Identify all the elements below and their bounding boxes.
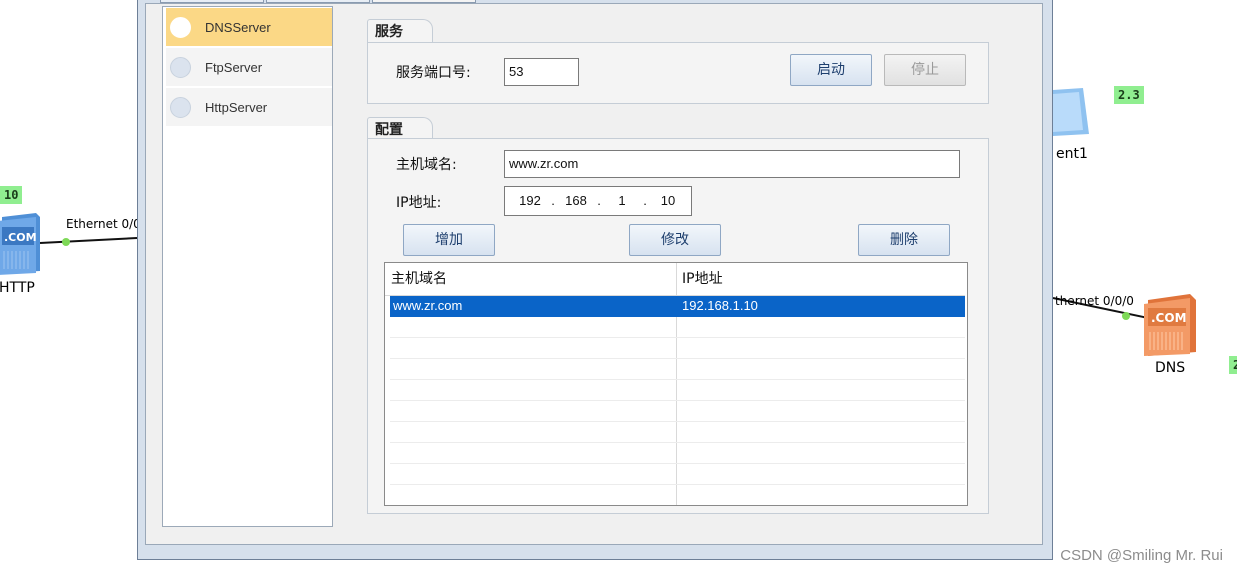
empty-table-row <box>390 422 965 443</box>
ip-separator: . <box>551 193 555 208</box>
hostname-input[interactable]: www.zr.com <box>504 150 960 178</box>
http-badge-text: .COM <box>4 231 37 244</box>
empty-table-row <box>390 380 965 401</box>
port-input[interactable]: 53 <box>504 58 579 86</box>
service-item-label: DNSServer <box>205 19 271 35</box>
dns-badge-text: .COM <box>1151 311 1187 325</box>
service-group-title: 服务 <box>367 19 433 43</box>
http-ip-badge: 10 <box>0 186 23 204</box>
server-icon: .COM <box>0 213 40 275</box>
service-status-icon <box>170 16 191 38</box>
table-row[interactable]: www.zr.com 192.168.1.10 <box>390 296 965 317</box>
ip-octet-1[interactable]: 192 <box>517 188 543 214</box>
service-status-icon <box>170 56 191 78</box>
ip-separator: . <box>643 193 647 208</box>
cell-ip: 192.168.1.10 <box>682 298 758 313</box>
table-header: 主机域名 IP地址 <box>385 263 965 296</box>
ip-octet-2[interactable]: 168 <box>563 188 589 214</box>
dns-server-icon[interactable]: .COM <box>1144 294 1198 356</box>
dns-link-dot <box>1122 312 1130 320</box>
ip-label: IP地址: <box>396 195 442 211</box>
ip-octet-4[interactable]: 10 <box>655 188 681 214</box>
server-icon: .COM <box>1144 294 1196 356</box>
http-link-dot <box>62 238 70 246</box>
service-list: DNSServer FtpServer HttpServer <box>162 6 333 527</box>
dns-ip-badge: 2 <box>1229 356 1237 374</box>
empty-table-row <box>390 317 965 338</box>
cell-hostname: www.zr.com <box>393 298 463 313</box>
ip-octet-3[interactable]: 1 <box>609 188 635 214</box>
port-label: 服务端口号: <box>396 65 471 81</box>
dialog-content-panel: DNSServer FtpServer HttpServer 服务 服务端口号:… <box>145 3 1043 545</box>
ip-address-input[interactable]: 192 . 168 . 1 . 10 <box>504 186 692 216</box>
empty-table-row <box>390 485 965 505</box>
empty-table-row <box>390 464 965 485</box>
service-item-dnsserver[interactable]: DNSServer <box>166 8 332 46</box>
delete-button[interactable]: 删除 <box>858 224 950 256</box>
empty-table-row <box>390 443 965 464</box>
ip-separator: . <box>597 193 601 208</box>
pc-icon <box>1053 88 1089 136</box>
dns-device-label: DNS <box>1155 360 1186 376</box>
stop-button[interactable]: 停止 <box>884 54 966 86</box>
start-button[interactable]: 启动 <box>790 54 872 86</box>
service-status-icon <box>170 96 191 118</box>
dns-port-label: thernet 0/0/0 <box>1055 294 1134 308</box>
http-link-line <box>39 237 138 244</box>
empty-table-row <box>390 401 965 422</box>
dns-records-table: 主机域名 IP地址 www.zr.com 192.168.1.10 <box>384 262 968 506</box>
column-header-ip[interactable]: IP地址 <box>676 263 962 295</box>
client-ip-badge: 2.3 <box>1114 86 1144 104</box>
service-item-httpserver[interactable]: HttpServer <box>166 88 332 126</box>
hostname-label: 主机域名: <box>396 157 457 173</box>
column-header-hostname[interactable]: 主机域名 <box>385 263 676 295</box>
add-button[interactable]: 增加 <box>403 224 495 256</box>
client-pc-icon[interactable] <box>1053 88 1089 138</box>
server-config-dialog: DNSServer FtpServer HttpServer 服务 服务端口号:… <box>137 0 1053 560</box>
http-server-icon[interactable]: .COM <box>0 213 42 275</box>
service-item-label: HttpServer <box>205 99 268 115</box>
modify-button[interactable]: 修改 <box>629 224 721 256</box>
empty-table-row <box>390 359 965 380</box>
service-item-label: FtpServer <box>205 59 263 75</box>
empty-table-row <box>390 338 965 359</box>
http-device-label: HTTP <box>0 280 35 296</box>
client-device-label: ent1 <box>1056 146 1088 162</box>
watermark: CSDN @Smiling Mr. Rui <box>1060 547 1223 564</box>
http-port-label: Ethernet 0/0 <box>66 217 141 231</box>
service-item-ftpserver[interactable]: FtpServer <box>166 48 332 86</box>
